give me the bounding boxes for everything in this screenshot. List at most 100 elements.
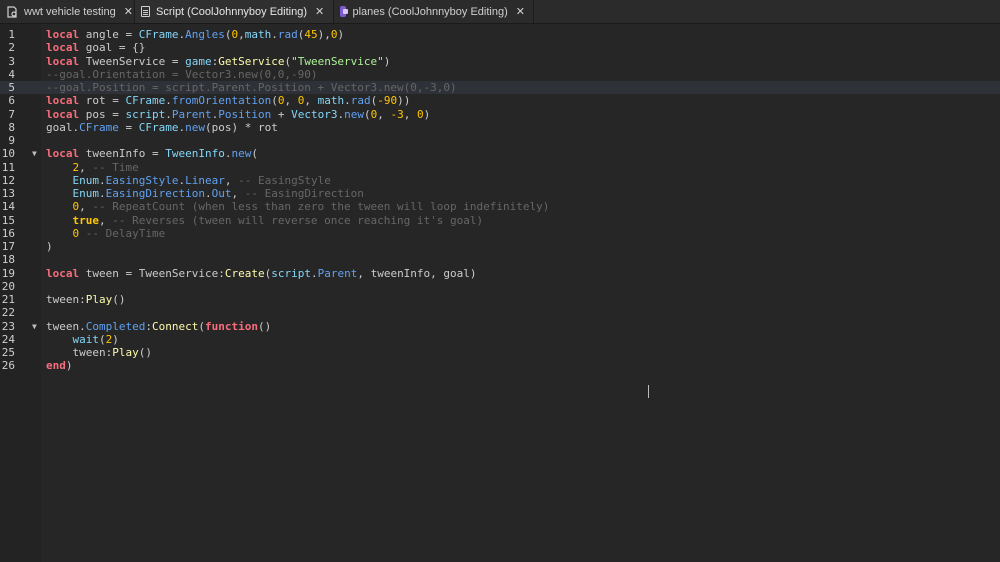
code-line[interactable]: 20 [0,280,1000,293]
code-line[interactable]: 24 wait(2) [0,333,1000,346]
token-text: ) [112,332,119,346]
line-number: 11 [1,160,15,174]
line-number: 23 [1,319,15,333]
token-keyword: local [46,41,80,55]
token-comment: -- EasingDirection [244,187,364,200]
tab-wwt-vehicle-testing[interactable]: wwt vehicle testing ✕ [0,0,135,23]
token-comment: -- DelayTime [85,226,166,240]
code-line[interactable]: 25 tween:Play() [0,346,1000,359]
close-icon[interactable]: ✕ [124,5,133,18]
token-text: ( [363,107,371,121]
code-line[interactable]: 7 local pos = script.Parent.Position + Ve… [0,108,1000,121]
line-number: 14 [1,200,15,214]
token-text: , [79,200,93,214]
token-property: new [344,107,364,121]
token-text: tween: [46,293,86,306]
code-line[interactable]: 13 Enum.EasingDirection.Out, -- EasingDi… [0,187,1000,200]
token-text: tweenInfo = [79,147,166,161]
code-line[interactable]: 5 --goal.Position = script.Parent.Positio… [0,81,1000,95]
line-number: 10 [1,147,15,161]
line-number: 15 [1,213,15,227]
code-line[interactable]: 1 local angle = CFrame.Angles(0,math.rad(… [0,28,1000,41]
token-text: ) [337,28,345,41]
code-line[interactable]: 2 local goal = {} [0,41,1000,54]
fold-arrow-icon[interactable]: ▼ [32,320,37,333]
token-property: new [185,120,205,134]
token-text: tween: [46,346,113,359]
line-number: 26 [1,359,15,373]
code-line[interactable]: 15 true, -- Reverses (tween will reverse… [0,214,1000,227]
code-line[interactable]: 26 end) [0,359,1000,372]
token-method: Play [112,346,139,359]
code-line[interactable]: 17) [0,240,1000,253]
token-keyword: local [46,266,80,280]
token-builtin: Vector3 [291,107,338,121]
line-number: 7 [8,107,15,121]
code-line[interactable]: 6 local rot = CFrame.fromOrientation(0, 0… [0,94,1000,107]
token-property: EasingStyle [105,173,179,187]
line-number: 5 [8,81,15,94]
token-text: , tweenInfo, goal) [357,266,477,280]
line-number: 9 [8,134,15,147]
tab-planes[interactable]: planes (CoolJohnnyboy Editing) ✕ [334,0,534,23]
token-bool: true [72,213,100,227]
line-number: 6 [8,94,15,108]
code-text: goal.CFrame = CFrame.new(pos) * rot [46,121,278,134]
token-text: ) [383,54,391,68]
token-method: GetService [218,54,285,68]
code-text: ) [46,240,53,253]
code-line[interactable]: 23 ▼ tween.Completed:Connect(function() [0,320,1000,333]
token-builtin: Enum [72,173,100,187]
code-line[interactable]: 9 [0,134,1000,147]
code-line[interactable]: 19 local tween = TweenService:Create(scri… [0,267,1000,280]
token-text: () [257,319,272,333]
line-number: 21 [1,293,15,306]
token-text: ) [423,107,431,121]
token-text: , [238,28,245,41]
token-number: 45 [304,28,318,41]
token-property: Position [218,107,272,121]
token-builtin: script [271,266,311,280]
tab-script[interactable]: Script (CoolJohnnyboy Editing) ✕ [135,0,334,23]
code-text: local angle = CFrame.Angles(0,math.rad(4… [46,28,344,41]
code-text: 2, -- Time [46,161,139,174]
code-line[interactable]: 18 [0,253,1000,266]
code-line[interactable]: 11 2, -- Time [0,161,1000,174]
close-icon[interactable]: ✕ [315,5,324,18]
token-comment: -- EasingStyle [238,173,331,187]
line-number: 8 [8,120,15,134]
token-builtin: wait [72,332,100,346]
code-line[interactable]: 14 0, -- RepeatCount (when less than zer… [0,200,1000,213]
tab-label: wwt vehicle testing [24,5,116,18]
token-text: tween. [46,319,86,333]
close-icon[interactable]: ✕ [516,5,525,18]
token-builtin: math [244,28,272,41]
code-line[interactable]: 3 local TweenService = game:GetService("T… [0,55,1000,68]
code-text: tween.Completed:Connect(function() [46,320,271,333]
code-text: local goal = {} [46,41,145,54]
code-line[interactable]: 10 ▼ local tweenInfo = TweenInfo.new( [0,147,1000,160]
fold-arrow-icon[interactable]: ▼ [32,147,37,160]
token-property: rad [277,28,298,41]
line-number: 17 [1,240,15,253]
code-line[interactable]: 8 goal.CFrame = CFrame.new(pos) * rot [0,121,1000,134]
code-line[interactable]: 12 Enum.EasingStyle.Linear, -- EasingSty… [0,174,1000,187]
token-text: ), [317,28,331,41]
token-keyword: local [46,147,80,161]
token-method: Create [224,266,265,280]
line-number: 3 [8,54,15,68]
token-number: -90 [377,94,398,108]
code-line[interactable]: 16 0 -- DelayTime [0,227,1000,240]
line-number: 19 [1,266,15,280]
token-text: , [224,173,239,187]
code-text: Enum.EasingDirection.Out, -- EasingDirec… [46,187,364,200]
code-line[interactable]: 21 tween:Play() [0,293,1000,306]
code-line[interactable]: 4 --goal.Orientation = Vector3.new(0,0,-9… [0,68,1000,81]
code-line[interactable]: 22 [0,306,1000,319]
token-text: . [165,94,172,108]
